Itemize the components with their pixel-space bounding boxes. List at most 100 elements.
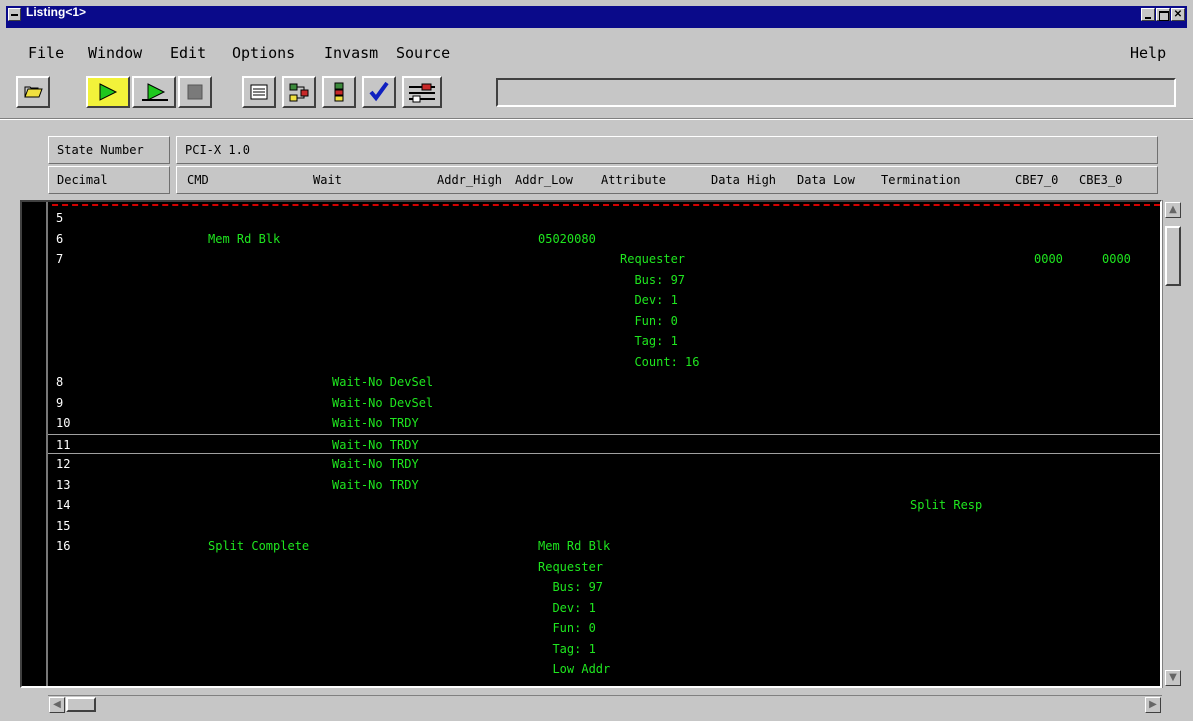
term-cell: Split Resp (910, 498, 983, 512)
column-cmd[interactable]: CMD (187, 167, 209, 193)
menu-options[interactable]: Options (232, 44, 295, 62)
menu-invasm[interactable]: Invasm (324, 44, 378, 62)
column-data-low[interactable]: Data Low (797, 167, 855, 193)
run-repetitive-button[interactable] (132, 76, 176, 108)
close-button[interactable]: ✕ (1171, 8, 1185, 21)
open-button[interactable] (16, 76, 50, 108)
table-row[interactable]: Dev: 1 (48, 290, 1160, 310)
table-row[interactable]: 12 Wait-No TRDY (48, 454, 1160, 474)
attr-cell: Tag: 1 (620, 334, 678, 348)
horizontal-scrollbar[interactable]: ◀ ▶ (48, 695, 1162, 713)
table-row[interactable]: 8 Wait-No DevSel (48, 372, 1160, 392)
run-button[interactable] (86, 76, 130, 108)
attr-cell: Fun: 0 (620, 313, 678, 328)
window-menu-icon[interactable] (8, 8, 21, 21)
listing-gutter (22, 202, 48, 686)
state-number-cell: 7 (56, 252, 64, 266)
navigation-icon (289, 83, 309, 102)
scroll-down-icon[interactable]: ▼ (1165, 670, 1181, 686)
table-row[interactable]: 5 (48, 208, 1160, 228)
column-wait[interactable]: Wait (313, 167, 342, 193)
table-row[interactable]: Fun: 0 (48, 311, 1160, 331)
module-header[interactable]: PCI-X 1.0 (176, 136, 1158, 164)
menu-window[interactable]: Window (88, 44, 142, 62)
state-number-cell: 9 (56, 395, 64, 410)
cbe7-cell: 0000 (1034, 252, 1063, 266)
state-number-header[interactable]: State Number (48, 136, 170, 164)
column-attribute[interactable]: Attribute (601, 167, 666, 193)
table-row[interactable]: Count: 16 (48, 352, 1160, 372)
wait-cell: Wait-No DevSel (332, 395, 434, 410)
toolbar (16, 76, 1186, 110)
run-icon (99, 83, 118, 101)
table-row[interactable]: 11 Wait-No TRDY (48, 433, 1160, 454)
menu-help[interactable]: Help (1130, 44, 1166, 62)
table-row[interactable]: Tag: 1 (48, 639, 1160, 659)
setup-button[interactable] (402, 76, 442, 108)
table-row[interactable]: 6 Mem Rd Blk 05020080 (48, 229, 1160, 249)
table-row[interactable]: 10 Wait-No TRDY (48, 413, 1160, 433)
minimize-button[interactable] (1141, 8, 1155, 21)
cmd-cell: Split Complete (208, 539, 310, 553)
listing-area[interactable]: 5 6 Mem Rd Blk 05020080 7 Requester 0000 0000 B… (20, 200, 1162, 688)
vertical-scrollbar[interactable]: ▲ ▼ (1162, 200, 1182, 688)
wait-cell: Wait-No DevSel (332, 375, 434, 389)
menu-source[interactable]: Source (396, 44, 450, 62)
table-row[interactable]: Requester (48, 557, 1160, 577)
attr-cell: Dev: 1 (620, 293, 678, 307)
cmd-cell: Mem Rd Blk (208, 231, 281, 246)
addr-cell: Low Addr (538, 662, 611, 676)
state-number-cell: 12 (56, 457, 71, 471)
decimal-header[interactable]: Decimal (48, 166, 170, 194)
stop-icon (187, 84, 203, 100)
setup-icon (409, 83, 435, 103)
addr-cell: Mem Rd Blk (538, 539, 611, 553)
table-row[interactable]: Low Addr (48, 659, 1160, 679)
open-icon (24, 86, 43, 98)
menu-edit[interactable]: Edit (170, 44, 206, 62)
attr-cell: Count: 16 (620, 354, 700, 369)
stop-button[interactable] (178, 76, 212, 108)
column-addr-high[interactable]: Addr_High (437, 167, 502, 193)
column-termination[interactable]: Termination (881, 167, 960, 193)
marker-button[interactable] (322, 76, 356, 108)
addr-cell: Tag: 1 (538, 641, 596, 656)
check-button[interactable] (362, 76, 396, 108)
listing-header: State Number Decimal PCI-X 1.0 CMD Wait … (48, 128, 1158, 194)
table-row[interactable]: Bus: 97 (48, 270, 1160, 290)
table-row[interactable]: Dev: 1 (48, 598, 1160, 618)
wait-cell: Wait-No TRDY (332, 477, 419, 492)
table-row[interactable]: 13 Wait-No TRDY (48, 475, 1160, 495)
listing-icon (250, 84, 268, 100)
navigation-button[interactable] (282, 76, 316, 108)
table-row[interactable]: 15 (48, 516, 1160, 536)
column-cbe3-0[interactable]: CBE3_0 (1079, 167, 1122, 193)
scroll-up-icon[interactable]: ▲ (1165, 202, 1181, 218)
table-row[interactable]: Fun: 0 (48, 618, 1160, 638)
scroll-right-icon[interactable]: ▶ (1145, 697, 1161, 713)
table-row[interactable]: 9 Wait-No DevSel (48, 393, 1160, 413)
scroll-left-icon[interactable]: ◀ (49, 697, 65, 713)
column-addr-low[interactable]: Addr_Low (515, 167, 573, 193)
vertical-scroll-thumb[interactable] (1165, 226, 1181, 286)
maximize-button[interactable] (1156, 8, 1170, 21)
trigger-marker-line (22, 204, 1160, 206)
toolbar-text-field[interactable] (496, 78, 1176, 107)
title-bar-fill (6, 6, 1187, 28)
listing-button[interactable] (242, 76, 276, 108)
table-row[interactable]: Bus: 97 (48, 577, 1160, 597)
table-row[interactable]: 7 Requester 0000 0000 (48, 249, 1160, 269)
separator (0, 118, 1193, 120)
addr-cell: Fun: 0 (538, 621, 596, 635)
attr-cell: Requester (620, 252, 686, 266)
state-number-cell: 13 (56, 477, 71, 492)
column-cbe7-0[interactable]: CBE7_0 (1015, 167, 1058, 193)
menu-bar: File Window Edit Options Invasm Source H… (4, 38, 1189, 68)
table-row[interactable]: 14 Split Resp (48, 495, 1160, 515)
column-data-high[interactable]: Data High (711, 167, 776, 193)
state-number-cell: 8 (56, 375, 64, 389)
menu-file[interactable]: File (28, 44, 64, 62)
horizontal-scroll-thumb[interactable] (66, 697, 96, 712)
table-row[interactable]: Tag: 1 (48, 331, 1160, 351)
table-row[interactable]: 16 Split Complete Mem Rd Blk (48, 536, 1160, 556)
